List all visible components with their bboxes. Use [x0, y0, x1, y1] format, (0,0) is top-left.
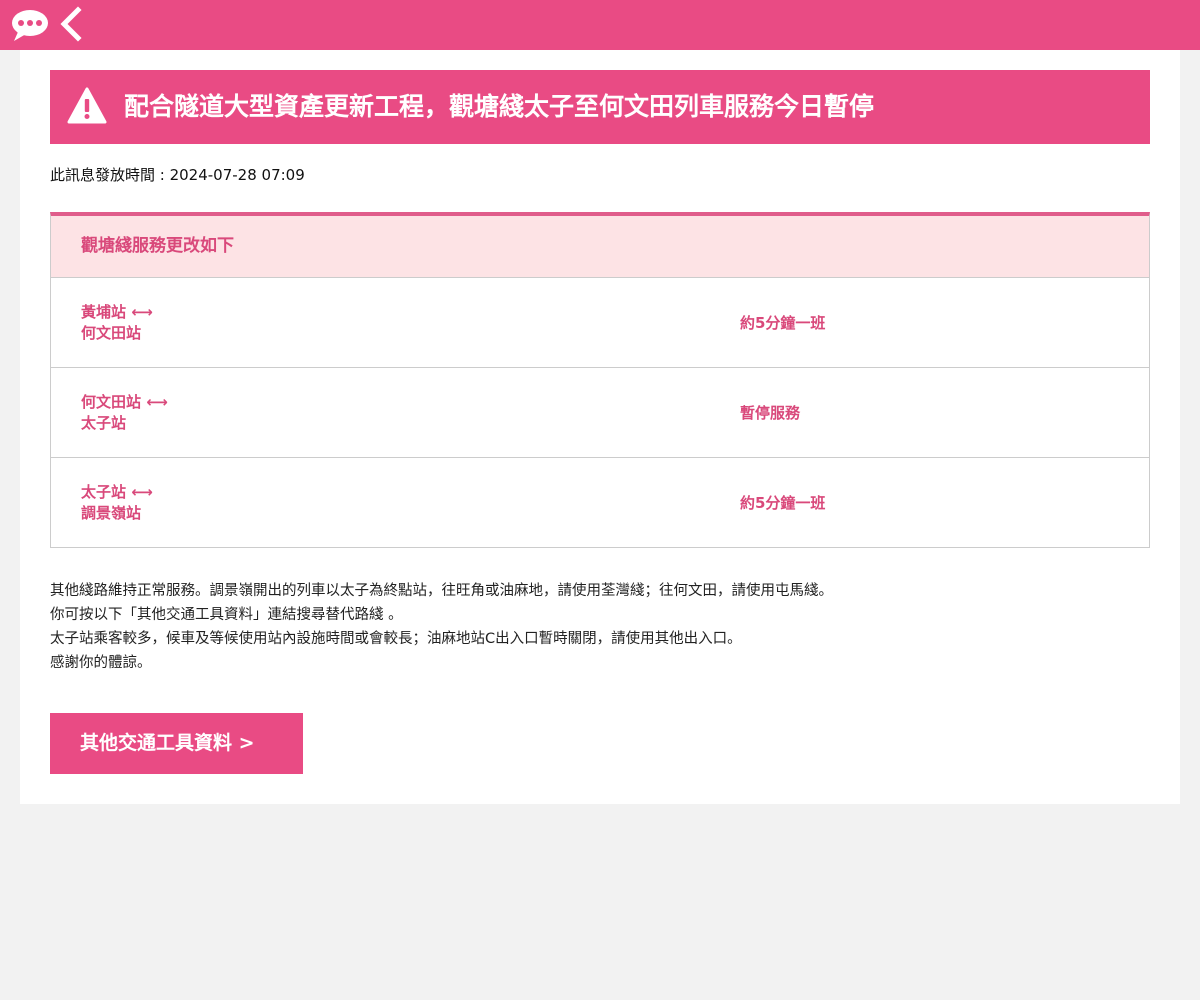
- alert-title: 配合隧道大型資產更新工程，觀塘綫太子至何文田列車服務今日暫停: [124, 92, 875, 121]
- chat-bubble-icon[interactable]: [10, 8, 50, 42]
- notice-card: 配合隧道大型資產更新工程，觀塘綫太子至何文田列車服務今日暫停 此訊息發放時間 :…: [20, 50, 1180, 804]
- note-line: 感謝你的體諒。: [50, 655, 152, 671]
- top-bar: [0, 0, 1200, 50]
- other-transport-button[interactable]: 其他交通工具資料 >: [50, 713, 303, 774]
- route: 黃埔站 ⟷ 何文田站: [81, 302, 153, 344]
- route-to: 太子站: [81, 414, 127, 432]
- alert-banner: 配合隧道大型資產更新工程，觀塘綫太子至何文田列車服務今日暫停: [50, 70, 1150, 144]
- route-from: 太子站 ⟷: [81, 483, 153, 501]
- table-row: 黃埔站 ⟷ 何文田站 約5分鐘一班: [51, 277, 1149, 367]
- frequency: 約5分鐘一班: [740, 494, 826, 512]
- chevron-left-icon[interactable]: [56, 6, 86, 42]
- note-line: 其他綫路維持正常服務。調景嶺開出的列車以太子為終點站，往旺角或油麻地，請使用荃灣…: [50, 583, 833, 599]
- route: 何文田站 ⟷ 太子站: [81, 392, 168, 434]
- frequency: 約5分鐘一班: [740, 314, 826, 332]
- table-row: 太子站 ⟷ 調景嶺站 約5分鐘一班: [51, 457, 1149, 547]
- route-from: 何文田站 ⟷: [81, 393, 168, 411]
- service-table: 觀塘綫服務更改如下 黃埔站 ⟷ 何文田站 約5分鐘一班 何文田站 ⟷ 太子站 暫…: [50, 212, 1150, 548]
- issued-time: 此訊息發放時間 : 2024-07-28 07:09: [50, 166, 305, 184]
- service-table-header: 觀塘綫服務更改如下: [51, 216, 1149, 277]
- table-row: 何文田站 ⟷ 太子站 暫停服務: [51, 367, 1149, 457]
- warning-icon: [67, 87, 107, 124]
- note-line: 太子站乘客較多，候車及等候使用站內設施時間或會較長；油麻地站C出入口暫時關閉，請…: [50, 631, 742, 647]
- route-to: 何文田站: [81, 324, 142, 342]
- route: 太子站 ⟷ 調景嶺站: [81, 482, 153, 524]
- frequency: 暫停服務: [740, 404, 801, 422]
- notes: 其他綫路維持正常服務。調景嶺開出的列車以太子為終點站，往旺角或油麻地，請使用荃灣…: [50, 579, 833, 675]
- route-to: 調景嶺站: [81, 504, 142, 522]
- route-from: 黃埔站 ⟷: [81, 303, 153, 321]
- note-line: 你可按以下「其他交通工具資料」連結搜尋替代路綫 。: [50, 607, 403, 623]
